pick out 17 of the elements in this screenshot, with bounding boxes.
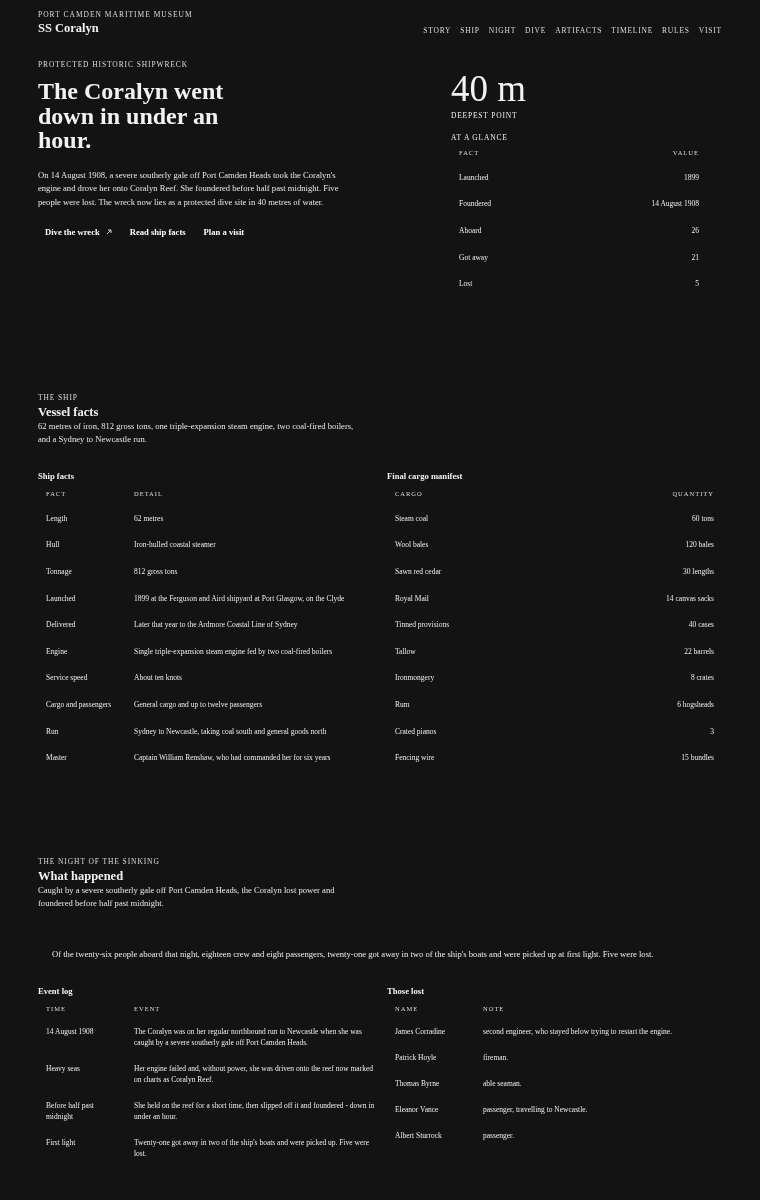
table-title: Final cargo manifest [387,470,464,481]
table-title: Ship facts [38,470,76,481]
section-heading: What happened [38,868,125,884]
arrow-icon [105,229,112,235]
section-heading: Vessel facts [38,404,100,420]
section-summary: 62 metres of iron, 812 gross tons, one triple-expansion steam engine, two coal-fired boilers, and a Sydney to Newcastle run. [38,419,355,447]
action-link[interactable]: Plan a visit [196,223,252,241]
action-link[interactable]: Read ship facts [122,223,193,241]
site-title: SS Coralyn [38,21,100,36]
table-title: Event log [38,985,74,996]
depth-value: 40 m [451,69,528,109]
table-title: Those lost [387,985,425,996]
action-link[interactable]: Dive the wreck [38,223,119,241]
hero-heading: The Coralyn went down in under an hour. [38,79,225,153]
intro-text: On 14 August 1908, a severe southerly gale off Port Camden Heads took the Coralyn's engine and drove her onto Coralyn Reef. She foundered before half past midnight. Five people were lost. The wreck now lies as a protected dive site in 40 metres of water. [38,168,340,209]
section-summary: Caught by a severe southerly gale off Port Camden Heads, the Coralyn lost power and foundered before half past midnight. [38,883,336,911]
quote-text: Of the twenty-six people aboard that night, eighteen crew and eight passengers, twenty-one got away in two of the ship's boats and were picked up at first light. Five were lost. [52,948,655,959]
